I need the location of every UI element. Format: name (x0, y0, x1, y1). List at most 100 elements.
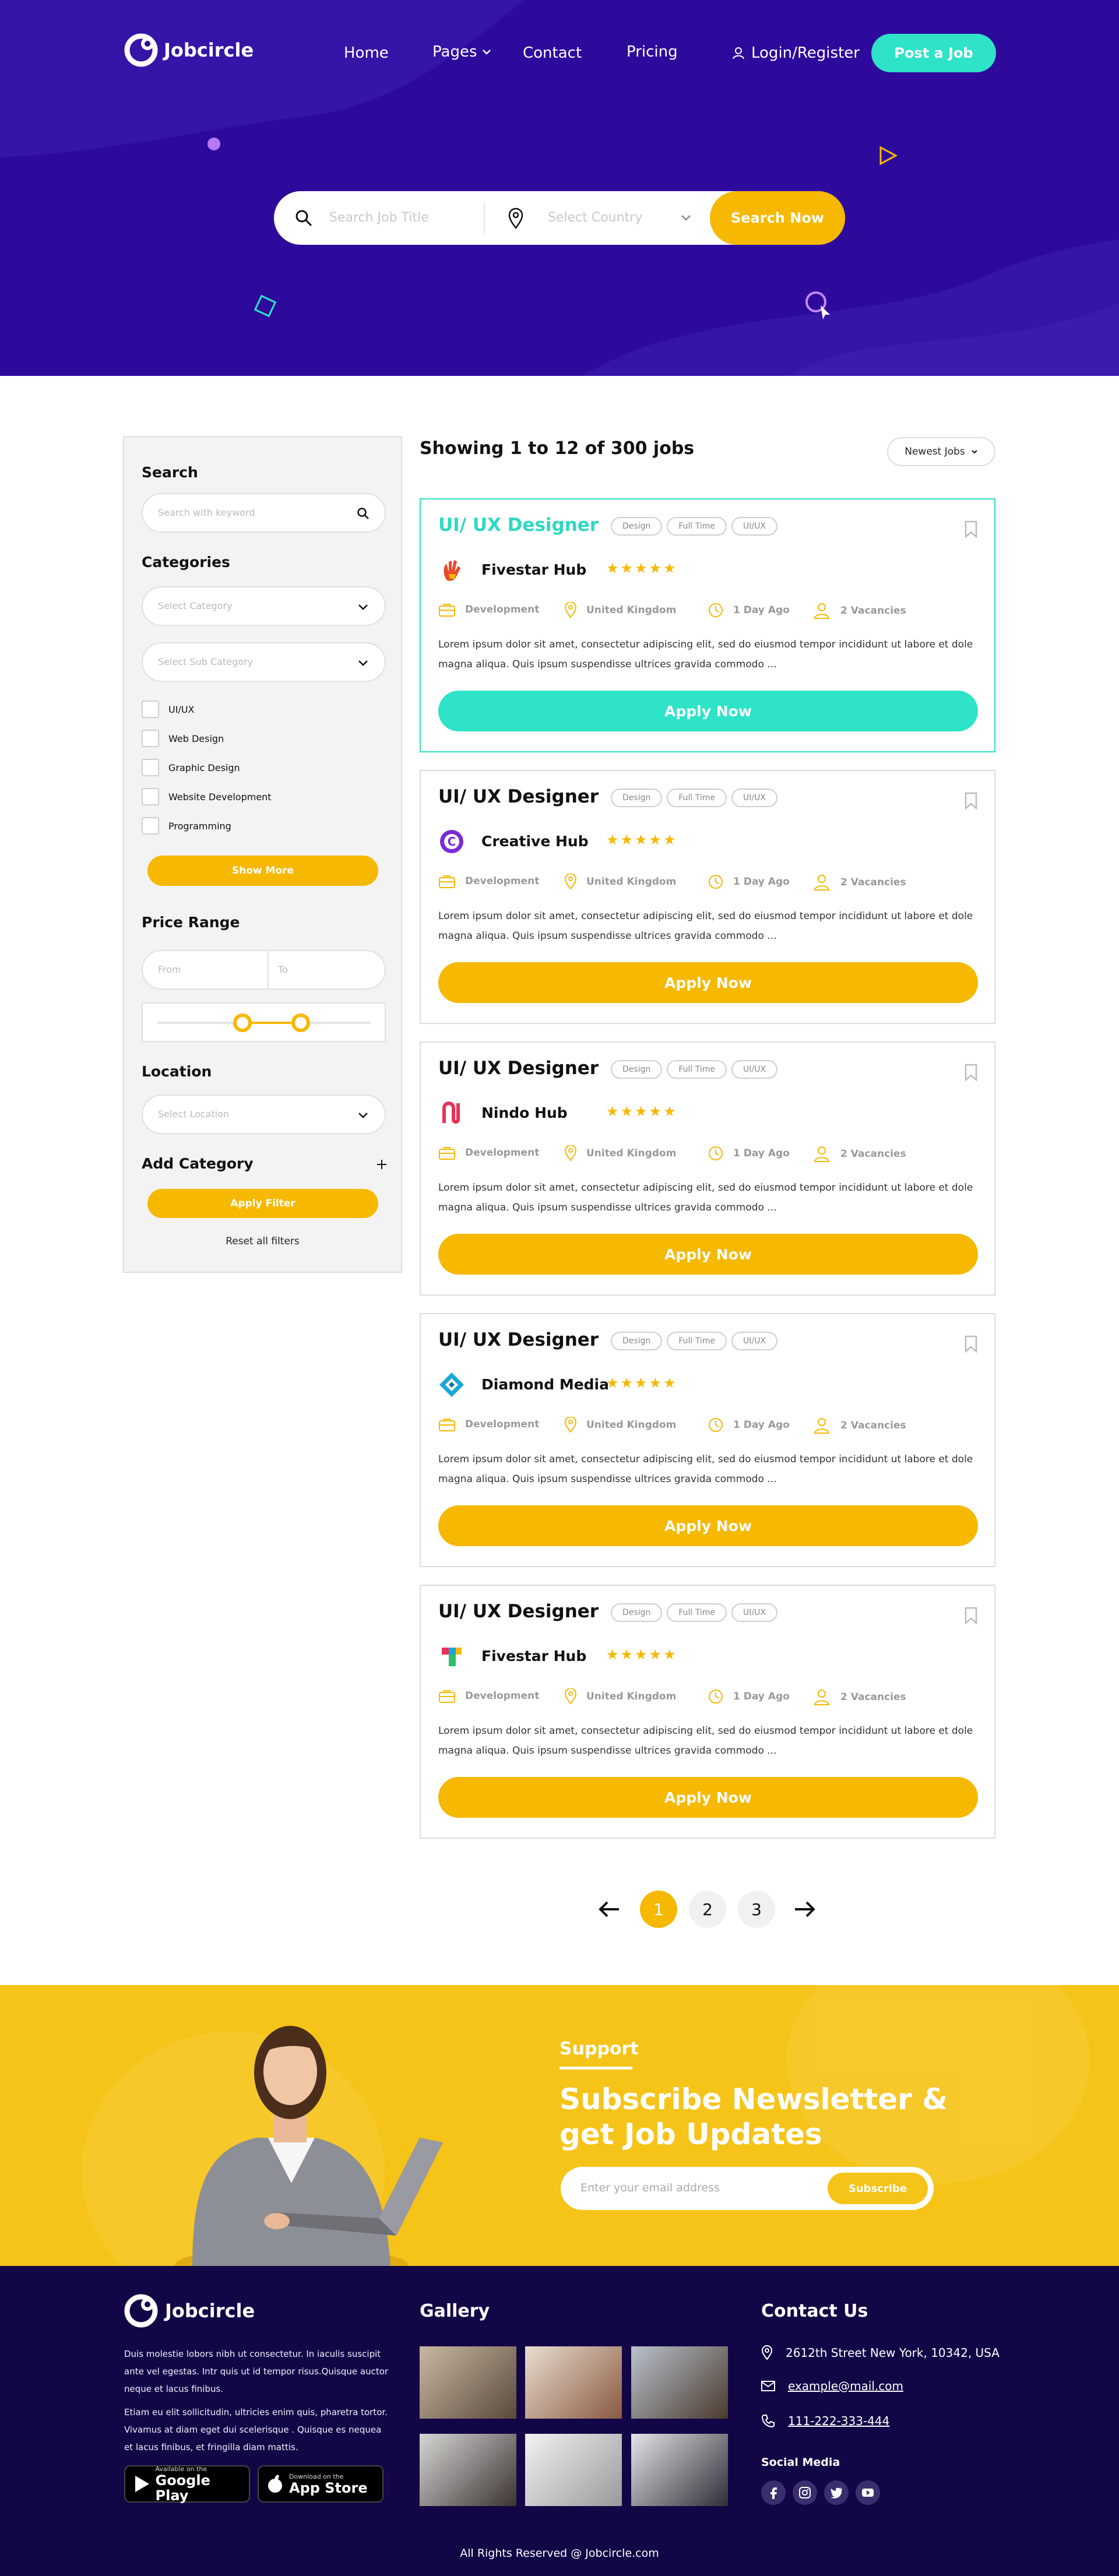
gallery-image[interactable] (525, 2346, 622, 2419)
job-tag[interactable]: UI/UX (731, 1060, 777, 1079)
checkbox[interactable] (142, 788, 159, 805)
company-name[interactable]: Fivestar Hub (481, 1648, 586, 1664)
job-title[interactable]: UI/ UX Designer (438, 786, 599, 807)
bookmark-icon[interactable] (964, 1335, 978, 1353)
location-select[interactable]: Select Location (142, 1095, 386, 1134)
job-tag[interactable]: Full Time (667, 1332, 727, 1350)
plus-icon[interactable] (376, 1159, 388, 1170)
job-tag[interactable]: Full Time (667, 517, 727, 536)
job-title-input[interactable]: Search Job Title (329, 210, 429, 225)
nav-home[interactable]: Home (344, 44, 389, 62)
youtube-icon[interactable] (856, 2480, 880, 2505)
nav-pages[interactable]: Pages (432, 43, 491, 61)
company-name[interactable]: Nindo Hub (481, 1104, 568, 1121)
category-checkbox-website-development[interactable]: Website Development (142, 788, 272, 805)
apply-now-button[interactable]: Apply Now (438, 962, 978, 1003)
bookmark-icon[interactable] (964, 1607, 978, 1624)
job-tag[interactable]: Design (611, 1060, 663, 1079)
gallery-image[interactable] (420, 2434, 516, 2506)
gallery-image[interactable] (631, 2434, 728, 2506)
checkbox[interactable] (142, 701, 159, 718)
app-store-button[interactable]: Download on the App Store (258, 2465, 383, 2503)
category-checkbox-uiux[interactable]: UI/UX (142, 701, 195, 718)
job-tag[interactable]: UI/UX (731, 517, 777, 536)
category-checkbox-graphic-design[interactable]: Graphic Design (142, 759, 240, 776)
email-link[interactable]: example@mail.com (788, 2379, 903, 2393)
job-card[interactable]: UI/ UX Designer Design Full Time UI/UX Diamo… (420, 1313, 995, 1567)
phone-link[interactable]: 111-222-333-444 (788, 2414, 889, 2428)
job-tag[interactable]: Full Time (667, 1060, 727, 1079)
login-register-link[interactable]: Login/Register (731, 44, 860, 62)
instagram-icon[interactable] (793, 2480, 817, 2505)
apply-filter-button[interactable]: Apply Filter (147, 1189, 378, 1218)
job-tag[interactable]: UI/UX (731, 1332, 777, 1350)
post-job-button[interactable]: Post a Job (871, 34, 996, 72)
search-icon[interactable] (357, 507, 370, 520)
facebook-icon[interactable] (761, 2480, 786, 2505)
twitter-icon[interactable] (824, 2480, 849, 2505)
apply-now-button[interactable]: Apply Now (438, 691, 978, 731)
category-checkbox-programming[interactable]: Programming (142, 817, 231, 835)
job-tag[interactable]: UI/UX (731, 1603, 777, 1622)
contact-phone[interactable]: 111-222-333-444 (761, 2414, 889, 2428)
company-name[interactable]: Creative Hub (481, 833, 589, 850)
job-card[interactable]: UI/ UX Designer Design Full Time UI/UX Nindo… (420, 1041, 995, 1296)
job-card[interactable]: UI/ UX Designer Design Full Time UI/UX C Crea… (420, 770, 995, 1024)
reset-filters-link[interactable]: Reset all filters (124, 1236, 401, 1247)
gallery-image[interactable] (525, 2434, 622, 2506)
job-title[interactable]: UI/ UX Designer (438, 1601, 599, 1622)
bookmark-icon[interactable] (964, 792, 978, 810)
keyword-search-input[interactable]: Search with keyword (142, 493, 386, 533)
job-tag[interactable]: Design (611, 517, 663, 536)
nav-contact[interactable]: Contact (523, 44, 582, 62)
job-tag[interactable]: Full Time (667, 789, 727, 807)
brand-logo[interactable]: Jobcircle (124, 33, 254, 67)
price-slider[interactable] (142, 1002, 386, 1042)
apply-now-button[interactable]: Apply Now (438, 1234, 978, 1275)
job-tag[interactable]: Design (611, 1332, 663, 1350)
company-name[interactable]: Fivestar Hub (481, 561, 586, 578)
job-tag[interactable]: Design (611, 1603, 663, 1622)
price-to-input[interactable]: To (278, 964, 288, 975)
category-select[interactable]: Select Category (142, 586, 386, 626)
category-checkbox-web-design[interactable]: Web Design (142, 730, 224, 747)
job-title[interactable]: UI/ UX Designer (438, 515, 599, 536)
apply-now-button[interactable]: Apply Now (438, 1777, 978, 1818)
arrow-right-icon[interactable] (793, 1900, 816, 1919)
gallery-image[interactable] (420, 2346, 516, 2419)
bookmark-icon[interactable] (964, 520, 978, 538)
page-1-button[interactable]: 1 (640, 1891, 677, 1928)
arrow-left-icon[interactable] (598, 1900, 621, 1919)
job-tag[interactable]: Design (611, 789, 663, 807)
email-input[interactable]: Enter your email address (580, 2181, 720, 2194)
job-card[interactable]: UI/ UX Designer Design Full Time UI/UX Fives… (420, 1585, 995, 1839)
job-title[interactable]: UI/ UX Designer (438, 1058, 599, 1079)
slider-thumb-high[interactable] (291, 1013, 310, 1032)
company-name[interactable]: Diamond Media (481, 1376, 609, 1393)
nav-pricing[interactable]: Pricing (627, 43, 678, 61)
footer-logo[interactable]: Jobcircle (124, 2294, 255, 2328)
job-title[interactable]: UI/ UX Designer (438, 1329, 599, 1350)
search-now-button[interactable]: Search Now (710, 191, 845, 245)
checkbox[interactable] (142, 759, 159, 776)
subscribe-button[interactable]: Subscribe (828, 2173, 928, 2204)
bookmark-icon[interactable] (964, 1064, 978, 1081)
job-tag[interactable]: Full Time (667, 1603, 727, 1622)
subcategory-select[interactable]: Select Sub Category (142, 642, 386, 682)
checkbox[interactable] (142, 817, 159, 835)
apply-now-button[interactable]: Apply Now (438, 1505, 978, 1546)
page-2-button[interactable]: 2 (689, 1891, 726, 1928)
price-from-input[interactable]: From (158, 964, 181, 975)
contact-email[interactable]: example@mail.com (761, 2379, 903, 2393)
job-card[interactable]: UI/ UX Designer Design Full Time UI/UX Fives… (420, 498, 995, 752)
gallery-image[interactable] (631, 2346, 728, 2419)
country-select[interactable]: Select Country (548, 210, 642, 225)
show-more-button[interactable]: Show More (147, 856, 378, 886)
sort-dropdown[interactable]: Newest Jobs (887, 437, 995, 466)
job-vacancies: 2 Vacancies (812, 1688, 906, 1706)
job-tag[interactable]: UI/UX (731, 789, 777, 807)
slider-thumb-low[interactable] (233, 1013, 252, 1032)
checkbox[interactable] (142, 730, 159, 747)
google-play-button[interactable]: Available on the Google Play (124, 2465, 250, 2503)
page-3-button[interactable]: 3 (738, 1891, 775, 1928)
